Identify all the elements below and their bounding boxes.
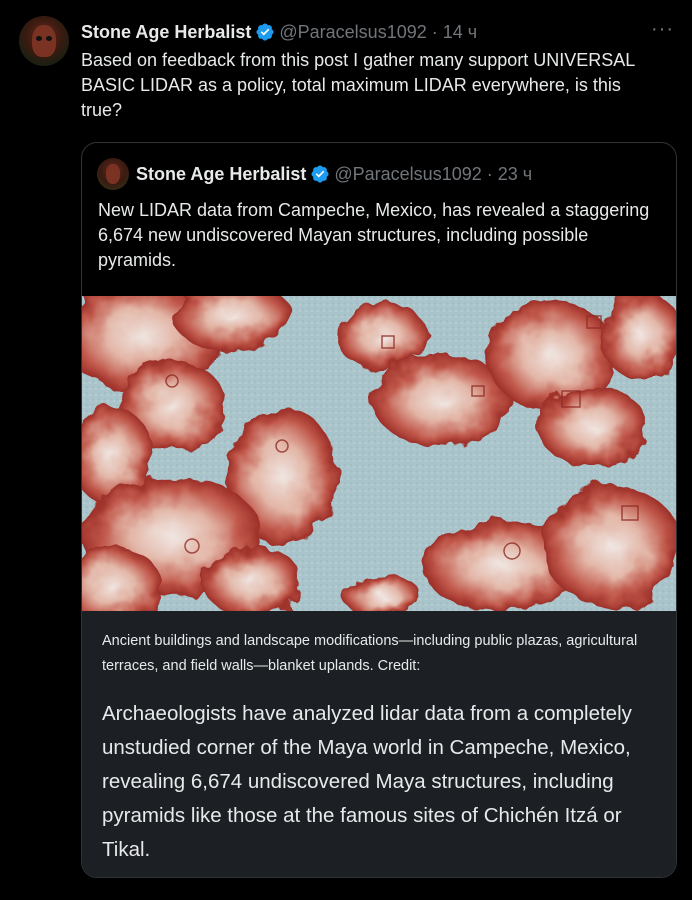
article-text: Archaeologists have analyzed lidar data … <box>102 702 632 861</box>
author-name[interactable]: Stone Age Herbalist <box>81 22 251 43</box>
image-caption: Ancient buildings and landscape modifica… <box>102 633 638 674</box>
author-avatar[interactable] <box>19 16 69 66</box>
tweet-text: Based on feedback from this post I gathe… <box>81 50 635 120</box>
more-icon[interactable]: ··· <box>651 18 674 41</box>
quoted-author-name: Stone Age Herbalist <box>136 163 307 184</box>
quoted-tweet-timestamp: 23 ч <box>497 163 533 184</box>
separator-dot: · <box>431 21 438 42</box>
separator-dot: · <box>486 163 493 184</box>
quoted-author-handle: @Paracelsus1092 <box>334 163 482 184</box>
author-handle[interactable]: @Paracelsus1092 <box>279 22 426 43</box>
tweet-timestamp[interactable]: 14 ч <box>443 22 477 43</box>
quoted-tweet-header: Stone Age Herbalist @Paracelsus1092 · 23… <box>136 162 532 186</box>
lidar-map-image[interactable] <box>82 296 676 611</box>
quoted-tweet-card[interactable]: Stone Age Herbalist @Paracelsus1092 · 23… <box>81 142 677 878</box>
avatar-face <box>32 25 56 57</box>
tweet-header: Stone Age Herbalist @Paracelsus1092 · 14… <box>81 20 477 44</box>
verified-badge-icon <box>311 165 329 183</box>
quoted-author-avatar <box>97 158 129 190</box>
quoted-tweet-text: New LIDAR data from Campeche, Mexico, ha… <box>98 200 650 270</box>
article-caption-box: Ancient buildings and landscape modifica… <box>82 611 676 877</box>
verified-badge-icon[interactable] <box>255 22 275 42</box>
